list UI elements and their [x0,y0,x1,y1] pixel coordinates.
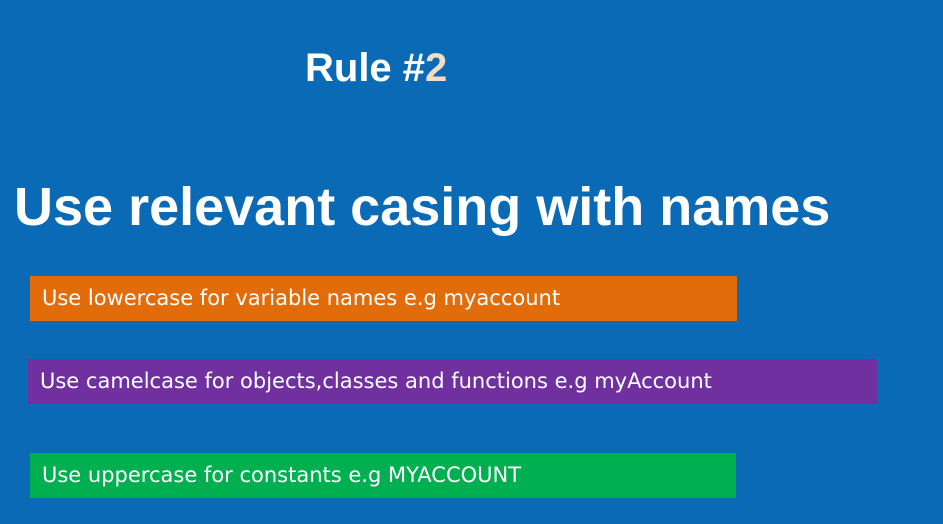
rule-number: 2 [425,46,448,90]
rule-bar-uppercase: Use uppercase for constants e.g MYACCOUN… [30,453,736,498]
rule-title: Rule #2 [305,44,447,92]
rule-bar-lowercase: Use lowercase for variable names e.g mya… [30,276,737,321]
rule-bar-camelcase: Use camelcase for objects,classes and fu… [28,359,877,404]
headline: Use relevant casing with names [14,177,831,237]
slide: Rule #2 Use relevant casing with names U… [0,0,943,524]
rule-label: Rule # [305,46,426,90]
